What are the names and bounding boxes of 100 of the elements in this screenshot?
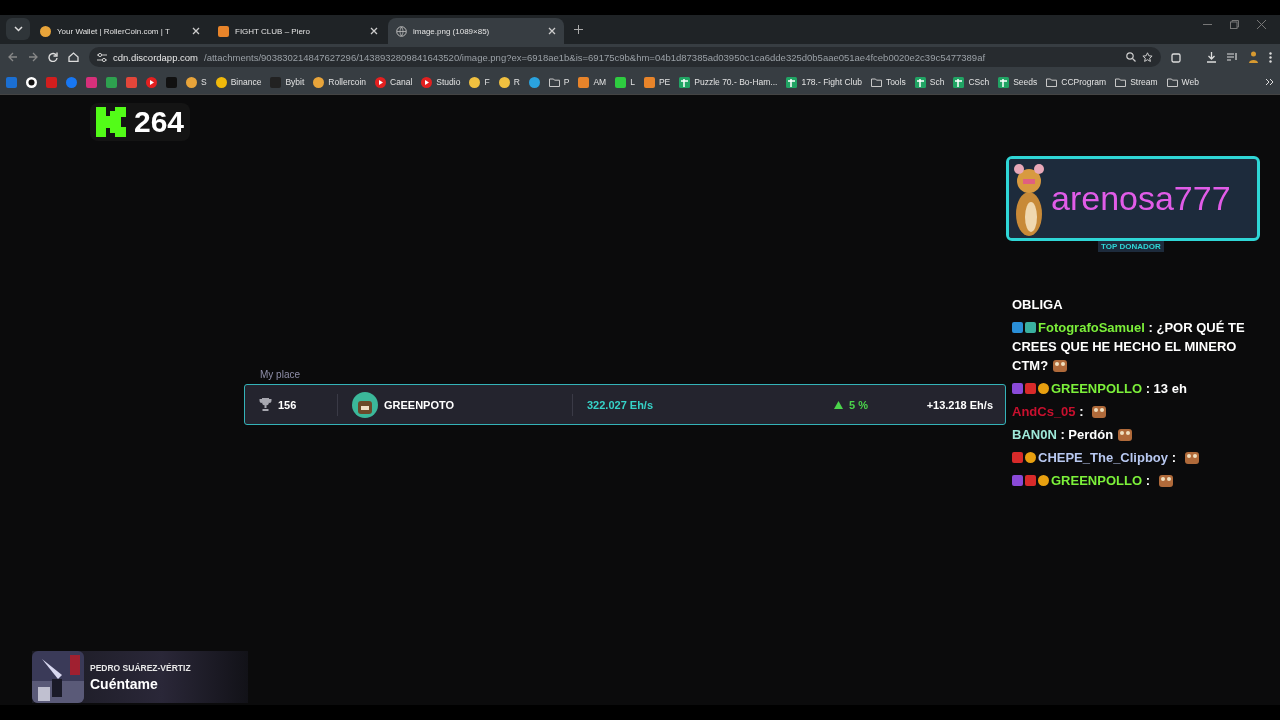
close-icon[interactable]: [370, 27, 378, 35]
bookmark[interactable]: Sch: [914, 76, 945, 88]
bookmark[interactable]: L: [615, 76, 635, 88]
hash-power: 322.027 Eh/s: [587, 398, 654, 411]
donor-label: TOP DONADOR: [1098, 241, 1164, 252]
change-percent: 5 %: [849, 398, 868, 411]
bookmark[interactable]: Rollercoin: [313, 76, 367, 88]
site-icon: [313, 76, 325, 88]
new-tab-icon[interactable]: [574, 25, 583, 34]
play-icon: [146, 76, 157, 88]
chat-message: AndCs_05 :: [1012, 402, 1247, 421]
folder-icon: [548, 77, 560, 87]
restore-icon[interactable]: [1230, 20, 1239, 29]
more-bookmarks-icon[interactable]: [1265, 78, 1274, 86]
donor-card: arenosa777: [1006, 156, 1260, 241]
badge-icon: [1012, 322, 1023, 333]
spreadsheet-icon: [914, 76, 926, 88]
site-icon: [528, 76, 540, 88]
browser-tab[interactable]: FIGHT CLUB – Piero: [210, 18, 386, 44]
media-icon[interactable]: [1227, 52, 1238, 62]
bookmark[interactable]: Web: [1166, 77, 1199, 87]
bookmark[interactable]: Seeds: [998, 76, 1038, 88]
bookmark[interactable]: P: [548, 77, 570, 87]
artist-name: PEDRO SUÁREZ-VÉRTIZ: [90, 662, 191, 673]
bookmark[interactable]: Bybit: [270, 76, 305, 88]
site-icon: [126, 76, 137, 88]
download-icon[interactable]: [1206, 51, 1217, 63]
play-icon: [375, 76, 387, 88]
site-icon: [215, 76, 227, 88]
site-icon: [40, 25, 51, 37]
bookmark[interactable]: Studio: [421, 76, 461, 88]
badge-icon: [1025, 383, 1036, 394]
badge-icon: [1012, 475, 1023, 486]
bookmark[interactable]: S: [186, 76, 207, 88]
kick-logo-icon: [96, 107, 126, 137]
coin-badge-icon: [1025, 452, 1036, 463]
bookmark[interactable]: F: [469, 76, 490, 88]
browser-tab[interactable]: image.png (1089×85): [388, 18, 564, 44]
reload-icon[interactable]: [48, 52, 58, 62]
bookmark[interactable]: Puzzle 70.- Bo-Ham...: [679, 76, 778, 88]
tab-list-button[interactable]: [6, 18, 30, 40]
bookmark[interactable]: PE: [643, 76, 671, 88]
trophy-icon: [259, 398, 272, 411]
chat-message: CHEPE_The_Clipboy :: [1012, 448, 1247, 467]
menu-icon[interactable]: [1269, 51, 1272, 63]
coin-badge-icon: [1038, 383, 1049, 394]
close-icon[interactable]: [548, 27, 556, 35]
bookmark[interactable]: AM: [578, 76, 607, 88]
site-icon: [270, 76, 282, 88]
caret-icon: [13, 26, 23, 32]
star-icon[interactable]: [1142, 51, 1153, 63]
chat-message: GREENPOLLO : 13 eh: [1012, 379, 1247, 398]
spreadsheet-icon: [786, 76, 798, 88]
site-icon: [6, 76, 17, 88]
chat-message: OBLIGA: [1012, 296, 1064, 314]
rank: 156: [278, 398, 297, 411]
bookmark[interactable]: 178.- Fight Club: [786, 76, 862, 88]
site-icon: [578, 76, 590, 88]
chat-message: BAN0N : Perdón: [1012, 425, 1247, 444]
site-icon: [643, 76, 655, 88]
site-icon: [469, 76, 481, 88]
address-bar[interactable]: cdn.discordapp.com /attachments/903830214847627296/1438932809841643520/image.png?ex=6918ae1b&is=69175c9b&hm=04b1d87385ad03950c1ca6dde325d0b5aae051ae4fceb0020e2c39c5477389af: [89, 47, 1161, 67]
site-icon: [106, 76, 117, 88]
spreadsheet-icon: [998, 76, 1010, 88]
play-icon: [421, 76, 433, 88]
site-icon: [498, 76, 510, 88]
avatar-icon: [352, 391, 378, 418]
extensions-icon[interactable]: [1171, 51, 1182, 63]
bookmark[interactable]: Canal: [375, 76, 413, 88]
power-delta: +13.218 Eh/s: [926, 398, 993, 411]
close-icon[interactable]: [192, 27, 200, 35]
spreadsheet-icon: [679, 76, 691, 88]
bookmark[interactable]: Tools: [870, 77, 906, 87]
site-icon: [86, 76, 97, 88]
badge-icon: [1025, 475, 1036, 486]
site-settings-icon[interactable]: [97, 52, 107, 62]
site-icon: [46, 76, 57, 88]
chat-message: FotografoSamuel : ¿POR QUÉ TE CREES QUE HE HECHO EL MINERO CTM?: [1012, 319, 1246, 375]
chat-message: GREENPOLLO :: [1012, 471, 1247, 490]
folder-icon: [870, 77, 882, 87]
site-icon: [186, 76, 197, 88]
badge-icon: [1012, 452, 1023, 463]
player-name: GREENPOTO: [384, 398, 455, 411]
song-title: Cuéntame: [90, 675, 159, 692]
viewer-badge: 264: [90, 103, 191, 141]
forward-icon[interactable]: [28, 52, 38, 62]
back-icon[interactable]: [8, 52, 18, 62]
bookmark[interactable]: R: [498, 76, 520, 88]
spreadsheet-icon: [953, 76, 965, 88]
profile-icon[interactable]: [1248, 51, 1259, 63]
zoom-icon[interactable]: [1126, 52, 1136, 62]
folder-icon: [1115, 77, 1127, 87]
bookmark[interactable]: Binance: [215, 76, 262, 88]
badge-icon: [1025, 322, 1036, 333]
bookmark[interactable]: CCProgram: [1046, 77, 1107, 87]
bookmark[interactable]: CSch: [953, 76, 990, 88]
bookmark[interactable]: Stream: [1115, 77, 1158, 87]
site-icon: [66, 76, 77, 88]
browser-tab[interactable]: Your Wallet | RollerCoin.com | T: [32, 18, 208, 44]
home-icon[interactable]: [68, 52, 79, 62]
